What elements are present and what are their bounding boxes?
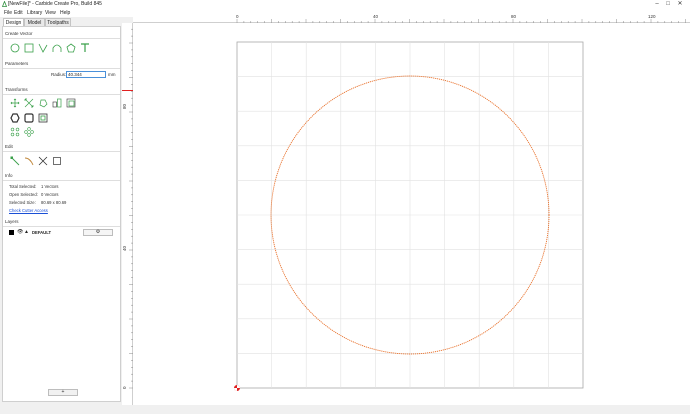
- vertical-ruler-ticks: [129, 28, 133, 389]
- combine-icon[interactable]: [38, 113, 48, 123]
- ruler-h-label-40: 40: [373, 14, 379, 19]
- section-divider: [3, 151, 120, 152]
- layer-name: DEFAULT: [32, 230, 51, 235]
- selected-size-value: 80.69 x 80.69: [41, 200, 67, 205]
- origin-icon: [234, 385, 240, 391]
- vertical-ruler: 80 40 0: [122, 23, 133, 405]
- ruler-v-label-80: 80: [122, 103, 127, 109]
- layer-color-swatch[interactable]: [9, 230, 14, 235]
- ruler-h-label-80: 80: [511, 14, 517, 19]
- tab-model[interactable]: Model: [24, 18, 45, 26]
- section-divider: [3, 94, 120, 95]
- menu-help[interactable]: Help: [60, 9, 70, 17]
- polygon-icon[interactable]: [66, 43, 76, 53]
- section-layers: Layers: [5, 219, 19, 224]
- array-icon[interactable]: [10, 127, 20, 137]
- circle-icon[interactable]: [10, 43, 20, 53]
- radius-unit: mm: [108, 72, 116, 77]
- section-edit: Edit: [5, 144, 13, 149]
- horizontal-ruler-ticks: [236, 19, 686, 23]
- design-panel: Create Vector Parameters Radius: mm Tran…: [2, 26, 121, 402]
- circular-array-icon[interactable]: [24, 127, 34, 137]
- total-selected-label: Total Selected:: [9, 184, 37, 189]
- section-create-vector: Create Vector: [5, 31, 33, 36]
- radius-input[interactable]: [66, 71, 106, 78]
- section-divider: [3, 38, 120, 39]
- ruler-v-label-40: 40: [122, 245, 127, 251]
- gear-icon[interactable]: ⚙: [83, 229, 113, 236]
- rectangle-icon[interactable]: [24, 43, 34, 53]
- add-layer-button[interactable]: +: [48, 389, 78, 396]
- minimize-button[interactable]: –: [652, 0, 662, 9]
- move-icon[interactable]: [10, 98, 20, 108]
- check-cutter-access-link[interactable]: Check Cutter Access: [9, 208, 48, 214]
- lock-icon[interactable]: ▲: [24, 229, 29, 236]
- selected-size-label: Selected Size:: [9, 200, 36, 205]
- section-transforms: Transforms: [5, 87, 28, 92]
- ruler-h-label-120: 120: [648, 14, 656, 19]
- mirror-icon[interactable]: [52, 98, 62, 108]
- section-divider: [3, 226, 120, 227]
- ruler-h-label-0: 0: [236, 14, 239, 19]
- section-divider: [3, 68, 120, 69]
- polyline-icon[interactable]: [38, 43, 48, 53]
- menu-file[interactable]: File: [4, 9, 12, 17]
- open-selected-label: Open Selected:: [9, 192, 38, 197]
- tab-design[interactable]: Design: [3, 18, 24, 26]
- close-button[interactable]: ✕: [675, 0, 685, 9]
- menu-library[interactable]: Library: [27, 9, 42, 17]
- section-divider: [3, 180, 120, 181]
- menu-view[interactable]: View: [45, 9, 56, 17]
- canvas-drawing[interactable]: [133, 23, 690, 405]
- menu-edit[interactable]: Edit: [14, 9, 23, 17]
- open-selected-value: 0 Vectors: [41, 192, 59, 197]
- layer-row[interactable]: 👁 ▲ DEFAULT ⚙: [7, 229, 119, 236]
- select-icon[interactable]: [52, 156, 62, 166]
- offset-icon[interactable]: [10, 113, 20, 123]
- curve-icon[interactable]: [52, 43, 62, 53]
- design-canvas[interactable]: [133, 23, 690, 405]
- align-icon[interactable]: [66, 98, 76, 108]
- delete-icon[interactable]: [38, 156, 48, 166]
- eye-icon[interactable]: 👁: [17, 229, 23, 236]
- app-logo-icon: [2, 1, 7, 7]
- title-bar: [NewFile]* - Carbide Create Pro, Build 8…: [0, 0, 690, 9]
- maximize-button[interactable]: □: [663, 0, 673, 9]
- join-icon[interactable]: [24, 113, 34, 123]
- node-edit-icon[interactable]: [10, 156, 20, 166]
- mode-tabs: Design Model Toolpaths: [0, 17, 121, 26]
- section-info: Info: [5, 173, 13, 178]
- trim-icon[interactable]: [24, 156, 34, 166]
- tab-toolpaths[interactable]: Toolpaths: [45, 18, 71, 26]
- horizontal-ruler: 0 40 80 120: [133, 14, 690, 23]
- ruler-v-label-0: 0: [122, 386, 127, 389]
- section-parameters: Parameters: [5, 61, 29, 66]
- radius-label: Radius:: [51, 72, 67, 77]
- ruler-position-marker: [122, 90, 133, 91]
- rotate-icon[interactable]: [38, 98, 48, 108]
- window-title: [NewFile]* - Carbide Create Pro, Build 8…: [8, 1, 102, 7]
- text-icon[interactable]: [80, 43, 90, 53]
- total-selected-value: 1 Vectors: [41, 184, 59, 189]
- scale-icon[interactable]: [24, 98, 34, 108]
